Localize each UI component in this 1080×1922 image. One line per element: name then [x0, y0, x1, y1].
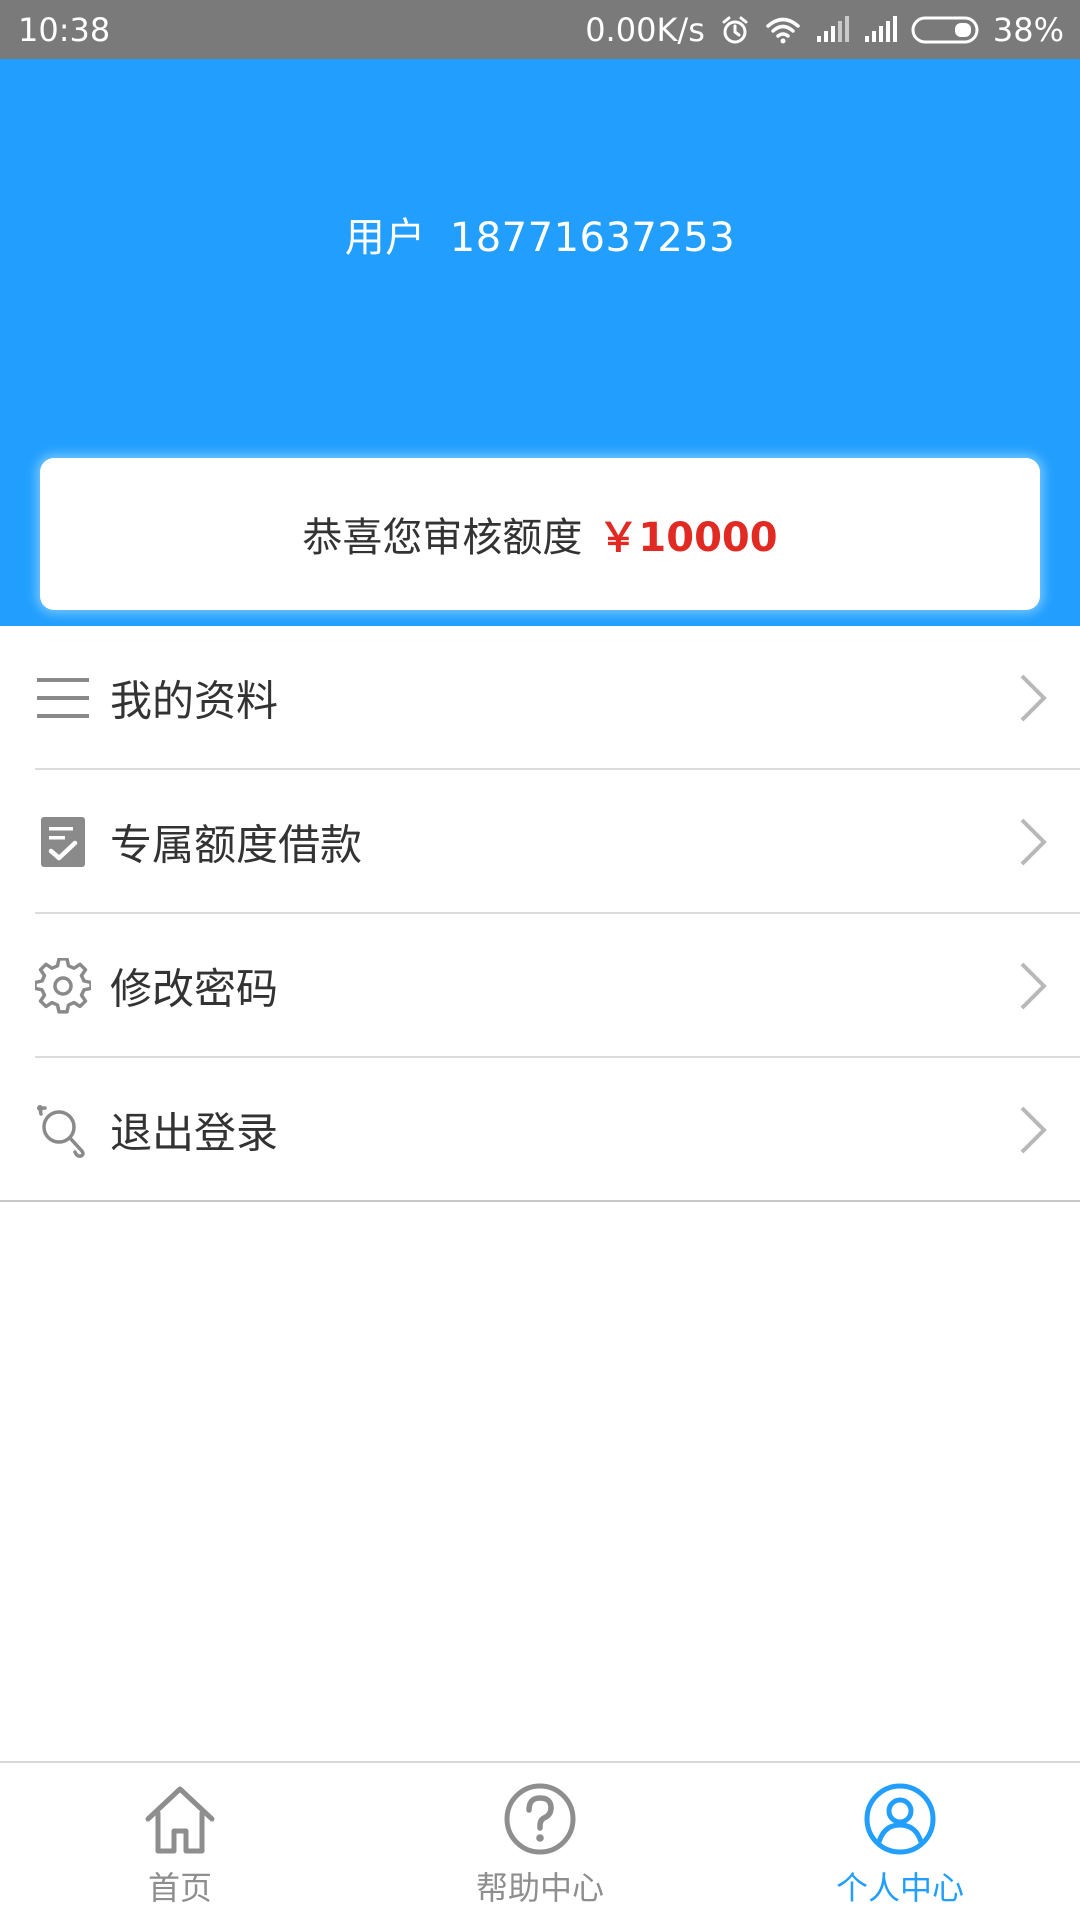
alarm-icon — [719, 14, 751, 46]
gear-icon — [35, 958, 91, 1014]
nav-tab-help[interactable]: 帮助中心 — [360, 1763, 720, 1922]
menu-list: 我的资料 专属额度借款 修改密码 退出登录 — [0, 626, 1080, 1202]
signal-icon — [863, 15, 897, 44]
nav-tab-profile[interactable]: 个人中心 — [720, 1763, 1080, 1922]
profile-header: 用户 18771637253 恭喜您审核额度 ￥10000 — [0, 59, 1080, 626]
battery-icon — [911, 16, 979, 43]
chevron-right-icon — [1020, 962, 1047, 1010]
battery-status: 38% — [911, 11, 1064, 49]
chevron-right-icon — [1020, 1106, 1047, 1154]
menu-item-change-password[interactable]: 修改密码 — [0, 914, 1080, 1058]
user-icon — [864, 1783, 936, 1855]
quota-label: 恭喜您审核额度 — [302, 515, 583, 561]
menu-item-my-profile[interactable]: 我的资料 — [0, 626, 1080, 770]
menu-item-label: 退出登录 — [110, 1108, 279, 1158]
quota-card: 恭喜您审核额度 ￥10000 — [40, 458, 1040, 610]
logout-icon — [35, 1102, 91, 1158]
user-label: 用户 — [344, 215, 426, 261]
nav-tab-label: 帮助中心 — [475, 1869, 604, 1907]
help-icon — [504, 1783, 576, 1855]
wifi-icon — [765, 15, 801, 45]
status-time: 10:38 — [18, 10, 111, 49]
menu-item-label: 我的资料 — [110, 676, 279, 726]
menu-item-logout[interactable]: 退出登录 — [0, 1058, 1080, 1202]
network-speed: 0.00K/s — [585, 10, 705, 49]
nav-tab-label: 个人中心 — [835, 1869, 964, 1907]
nav-tab-label: 首页 — [147, 1869, 212, 1907]
status-icons: 0.00K/s 38% — [585, 11, 1064, 49]
quota-amount: ￥10000 — [598, 515, 778, 561]
battery-percent: 38% — [992, 10, 1064, 49]
bottom-nav: 首页 帮助中心 个人中心 — [0, 1761, 1080, 1922]
chevron-right-icon — [1020, 674, 1047, 722]
list-icon — [35, 670, 91, 726]
menu-item-label: 专属额度借款 — [110, 820, 363, 870]
signal-icon — [815, 15, 849, 44]
home-icon — [145, 1786, 215, 1854]
menu-item-label: 修改密码 — [110, 964, 279, 1014]
menu-item-exclusive-loan[interactable]: 专属额度借款 — [0, 770, 1080, 914]
divider — [0, 1200, 1080, 1202]
user-info: 用户 18771637253 — [0, 205, 1080, 263]
chevron-right-icon — [1020, 818, 1047, 866]
nav-tab-home[interactable]: 首页 — [0, 1763, 360, 1922]
user-phone: 18771637253 — [449, 215, 736, 261]
status-bar: 10:38 0.00K/s 38% — [0, 0, 1080, 59]
checklist-icon — [35, 814, 91, 870]
